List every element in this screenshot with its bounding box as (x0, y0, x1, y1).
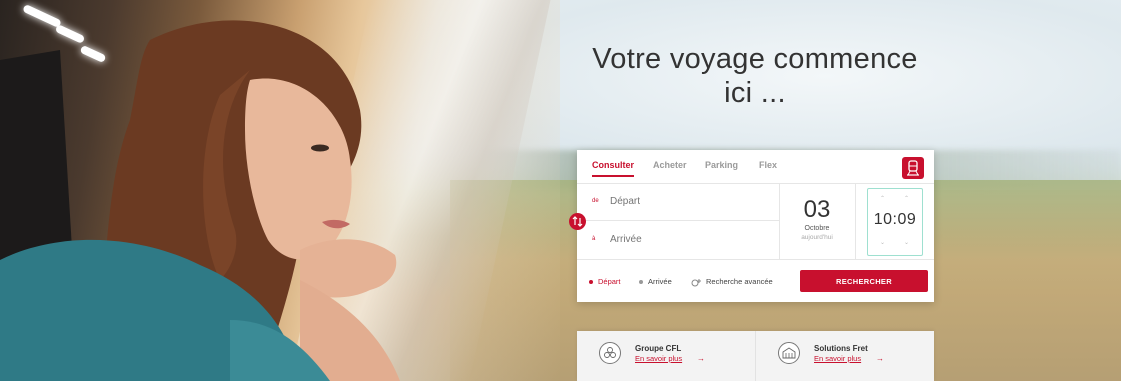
swap-stations-button[interactable] (569, 213, 586, 230)
hour-up-icon[interactable]: ⌃ (880, 195, 885, 202)
group-icon (599, 342, 621, 364)
minute-down-icon[interactable]: ⌄ (904, 239, 909, 246)
hour-down-icon[interactable]: ⌄ (880, 239, 885, 246)
search-button[interactable]: RECHERCHER (800, 270, 928, 292)
arrow-right-icon: → (876, 354, 884, 363)
time-value: 10:09 (868, 211, 922, 229)
radio-arrivee[interactable]: Arrivée (639, 277, 672, 286)
date-picker[interactable]: 03 Octobre aujourd'hui (779, 183, 856, 259)
tab-flex[interactable]: Flex (759, 160, 777, 170)
groupe-cfl-title: Groupe CFL (635, 344, 682, 353)
hero-banner: Votre voyage commence ici ... Consulter … (0, 0, 1121, 381)
freight-icon (778, 342, 800, 364)
hero-title-line1: Votre voyage commence (592, 43, 918, 75)
advanced-search-link[interactable]: Recherche avancée (691, 277, 773, 287)
tab-acheter[interactable]: Acheter (653, 160, 687, 170)
radio-depart-label: Départ (598, 277, 621, 286)
to-prefix: à (592, 236, 596, 242)
departure-row: de (577, 183, 779, 221)
minute-up-icon[interactable]: ⌃ (904, 195, 909, 202)
solutions-fret-title: Solutions Fret (814, 344, 868, 353)
radio-arrivee-dot (639, 280, 643, 285)
date-today-label: aujourd'hui (801, 234, 833, 241)
departure-input[interactable] (608, 195, 772, 208)
solutions-fret-card[interactable]: Solutions Fret En savoir plus → (755, 331, 934, 381)
date-month: Octobre (804, 225, 830, 232)
date-day: 03 (803, 196, 831, 223)
footer-links: Groupe CFL En savoir plus → Solutions Fr… (577, 331, 934, 381)
eye (311, 144, 329, 152)
woman-photo (0, 20, 400, 381)
advanced-search-label: Recherche avancée (706, 277, 773, 286)
tab-consulter[interactable]: Consulter (592, 160, 635, 177)
time-hour: 10 (873, 211, 893, 228)
radio-depart[interactable]: Départ (589, 277, 621, 286)
search-tabs: Consulter Acheter Parking Flex (577, 150, 934, 184)
solutions-fret-link[interactable]: En savoir plus (814, 354, 861, 363)
hero-title: Votre voyage commence ici ... (560, 42, 950, 110)
groupe-cfl-link[interactable]: En savoir plus (635, 354, 682, 363)
time-minute: 09 (897, 211, 917, 228)
search-card: Consulter Acheter Parking Flex de à (569, 150, 934, 303)
search-options: Départ Arrivée Recherche avancée RECHERC… (577, 259, 934, 303)
train-icon[interactable] (902, 157, 924, 179)
tab-parking[interactable]: Parking (705, 160, 738, 170)
station-fields: de à (577, 183, 780, 259)
groupe-cfl-card[interactable]: Groupe CFL En savoir plus → (577, 331, 755, 381)
arrow-right-icon: → (697, 354, 705, 363)
swap-icon (572, 216, 583, 227)
from-prefix: de (592, 198, 599, 204)
arrival-row: à (577, 221, 779, 258)
radio-arrivee-label: Arrivée (648, 277, 672, 286)
advanced-search-icon (691, 278, 701, 287)
radio-depart-dot (589, 280, 593, 285)
arrival-input[interactable] (608, 233, 772, 246)
hero-title-line2: ici ... (724, 77, 786, 109)
time-picker[interactable]: ⌃ ⌃ 10:09 ⌄ ⌄ (867, 188, 923, 256)
